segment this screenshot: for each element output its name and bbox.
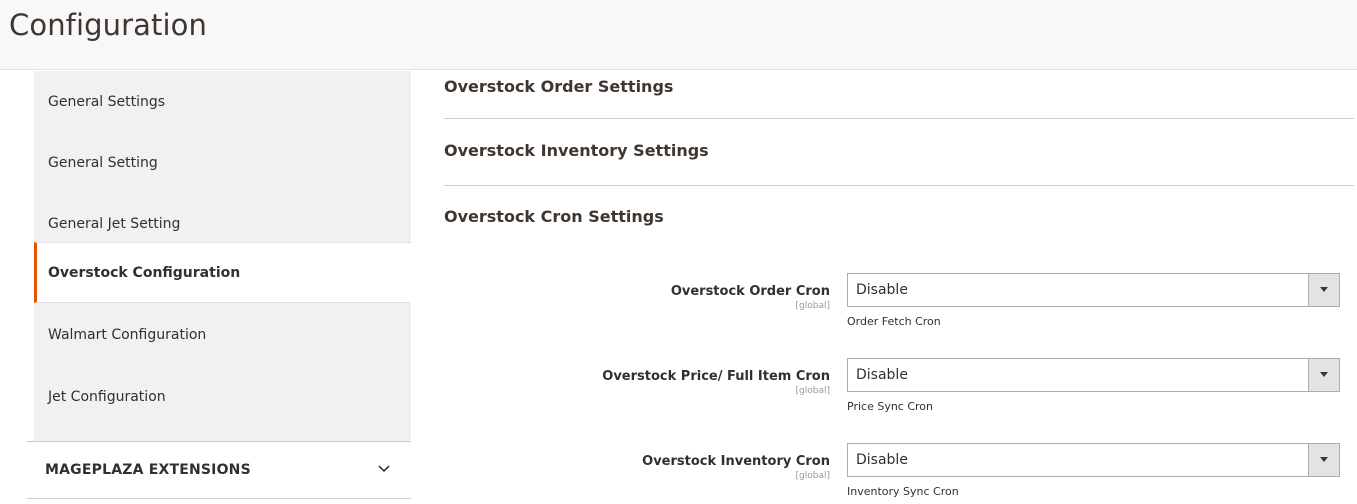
sidebar-section-label: MAGEPLAZA EXTENSIONS — [45, 462, 251, 478]
configuration-page: Configuration General Settings General S… — [0, 0, 1357, 504]
section-title: Overstock Inventory Settings — [444, 141, 709, 160]
field-overstock-order-cron: Overstock Order Cron [global] Disable Or… — [444, 273, 1354, 343]
sidebar-item-jet-configuration[interactable]: Jet Configuration — [34, 366, 411, 427]
select-value: Disable — [856, 367, 908, 383]
inventory-cron-select[interactable]: Disable — [847, 443, 1340, 477]
chevron-down-icon — [378, 465, 390, 473]
select-arrow-button[interactable] — [1308, 274, 1339, 306]
section-title: Overstock Cron Settings — [444, 207, 664, 226]
page-header: Configuration — [0, 0, 1357, 70]
caret-down-icon — [1320, 372, 1328, 377]
caret-down-icon — [1320, 457, 1328, 462]
page-title: Configuration — [9, 8, 207, 42]
sidebar-item-label: Walmart Configuration — [48, 326, 207, 343]
select-arrow-button[interactable] — [1308, 444, 1339, 476]
section-overstock-inventory-settings[interactable]: Overstock Inventory Settings — [444, 119, 1354, 185]
config-main: Overstock Order Settings Overstock Inven… — [444, 71, 1354, 504]
field-overstock-inventory-cron: Overstock Inventory Cron [global] Disabl… — [444, 443, 1354, 504]
field-label: Overstock Inventory Cron — [642, 454, 830, 469]
section-title: Overstock Order Settings — [444, 77, 674, 96]
order-cron-select[interactable]: Disable — [847, 273, 1340, 307]
select-value: Disable — [856, 282, 908, 298]
sidebar-item-overstock-configuration[interactable]: Overstock Configuration — [34, 242, 411, 303]
field-label: Overstock Order Cron — [670, 284, 830, 299]
field-scope: [global] — [795, 386, 830, 396]
field-note: Price Sync Cron — [847, 400, 934, 413]
field-scope: [global] — [795, 301, 830, 311]
select-value: Disable — [856, 452, 908, 468]
field-note: Inventory Sync Cron — [847, 485, 959, 498]
field-scope: [global] — [795, 471, 830, 481]
sidebar-item-label: General Settings — [48, 93, 166, 110]
sidebar-item-label: Jet Configuration — [48, 388, 166, 405]
field-note: Order Fetch Cron — [847, 315, 941, 328]
sidebar-section-mageplaza-extensions[interactable]: MAGEPLAZA EXTENSIONS — [27, 441, 411, 499]
caret-down-icon — [1320, 287, 1328, 292]
config-sidebar: General Settings General Setting General… — [27, 71, 411, 504]
section-overstock-order-settings[interactable]: Overstock Order Settings — [444, 71, 1354, 118]
sidebar-item-walmart-configuration[interactable]: Walmart Configuration — [34, 304, 411, 365]
section-overstock-cron-settings[interactable]: Overstock Cron Settings — [444, 186, 1354, 246]
sidebar-item-label: General Setting — [48, 154, 158, 171]
price-cron-select[interactable]: Disable — [847, 358, 1340, 392]
field-overstock-price-full-item-cron: Overstock Price/ Full Item Cron [global]… — [444, 358, 1354, 428]
select-arrow-button[interactable] — [1308, 359, 1339, 391]
sidebar-item-general-settings[interactable]: General Settings — [34, 71, 411, 132]
sidebar-item-label: General Jet Setting — [48, 215, 181, 232]
sidebar-tab-group: General Settings General Setting General… — [34, 71, 411, 441]
sidebar-item-label: Overstock Configuration — [48, 264, 241, 281]
sidebar-item-general-setting[interactable]: General Setting — [34, 132, 411, 193]
field-label: Overstock Price/ Full Item Cron — [602, 369, 830, 384]
